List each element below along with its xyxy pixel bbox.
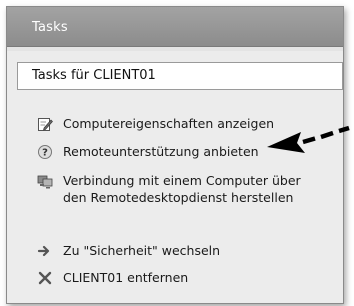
arrow-right-icon — [37, 243, 53, 259]
header-divider — [7, 47, 343, 51]
task-switch-to-security[interactable]: Zu "Sicherheit" wechseln — [37, 242, 327, 259]
close-x-icon — [37, 270, 53, 286]
task-connect-remote-desktop[interactable]: Verbindung mit einem Computer über den R… — [37, 172, 327, 206]
pencil-note-icon — [37, 116, 53, 132]
panel-header: Tasks — [7, 7, 343, 47]
computer-tasks-label: Tasks für CLIENT01 — [32, 68, 156, 83]
task-label: Verbindung mit einem Computer über den R… — [63, 173, 301, 205]
svg-text:?: ? — [42, 148, 48, 159]
computer-tasks-header: Tasks für CLIENT01 — [17, 62, 343, 90]
help-question-icon: ? — [37, 144, 53, 160]
remote-desktop-icon — [37, 173, 53, 189]
task-label: Zu "Sicherheit" wechseln — [63, 243, 221, 258]
pointer-arrow-annotation — [267, 125, 350, 153]
task-remove-client[interactable]: CLIENT01 entfernen — [37, 269, 327, 286]
task-label: CLIENT01 entfernen — [63, 270, 189, 285]
panel-title: Tasks — [32, 20, 68, 35]
